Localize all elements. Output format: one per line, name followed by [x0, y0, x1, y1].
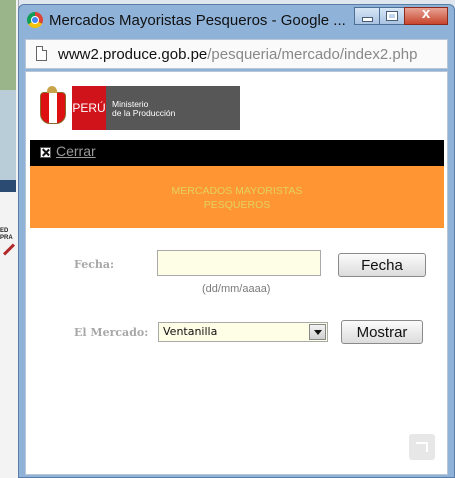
- cerrar-link[interactable]: Cerrar: [56, 143, 96, 159]
- background-arrow: [2, 243, 16, 256]
- coat-of-arms-icon: [36, 86, 68, 130]
- title-bar[interactable]: Mercados Mayoristas Pesqueros - Google .…: [19, 5, 454, 37]
- fecha-button[interactable]: Fecha: [338, 253, 426, 277]
- background-text-fragment: ED PRA: [0, 228, 13, 241]
- share-icon[interactable]: [409, 434, 435, 460]
- url-host: www2.produce.gob.pe: [58, 46, 208, 63]
- url-path: /pesqueria/mercado/index2.php: [207, 46, 418, 63]
- window-controls: [354, 5, 448, 25]
- mercado-selected-value: Ventanilla: [163, 325, 218, 338]
- fecha-input[interactable]: [157, 250, 321, 276]
- background-nav-bar: [0, 180, 16, 192]
- maximize-button[interactable]: [379, 7, 405, 25]
- close-bar: Cerrar: [30, 140, 444, 166]
- fecha-label: Fecha:: [74, 258, 115, 271]
- date-format-hint: (dd/mm/aaaa): [202, 283, 271, 295]
- banner-title: MERCADOS MAYORISTAS PESQUEROS: [30, 184, 444, 212]
- mostrar-button[interactable]: Mostrar: [341, 320, 423, 344]
- chevron-down-icon[interactable]: [309, 324, 326, 340]
- peru-tag: PERÚ: [72, 86, 106, 130]
- page-icon: [36, 46, 47, 61]
- background-page: ED PRA: [0, 0, 19, 478]
- window-title: Mercados Mayoristas Pesqueros - Google .…: [49, 12, 346, 29]
- url-text[interactable]: www2.produce.gob.pe/pesqueria/mercado/in…: [58, 46, 417, 63]
- banner-title-line2: PESQUEROS: [203, 199, 271, 211]
- ministry-logo: PERÚ Ministerio de la Producción: [36, 86, 240, 130]
- mercado-label: El Mercado:: [74, 326, 149, 339]
- chrome-icon: [27, 12, 43, 28]
- background-map-thumbnail: [0, 0, 16, 90]
- address-bar[interactable]: www2.produce.gob.pe/pesqueria/mercado/in…: [25, 39, 448, 69]
- close-icon[interactable]: [40, 147, 51, 158]
- banner: MERCADOS MAYORISTAS PESQUEROS: [30, 166, 444, 228]
- minimize-button[interactable]: [354, 7, 380, 25]
- background-image: [0, 90, 16, 180]
- mercado-select[interactable]: Ventanilla: [158, 322, 328, 342]
- banner-title-line1: MERCADOS MAYORISTAS: [171, 185, 303, 197]
- close-window-button[interactable]: [404, 5, 448, 25]
- page-content: PERÚ Ministerio de la Producción Cerrar …: [25, 71, 448, 475]
- popup-window: Mercados Mayoristas Pesqueros - Google .…: [18, 4, 455, 478]
- ministry-name-line2: de la Producción: [112, 108, 176, 118]
- ministry-name: Ministerio de la Producción: [106, 86, 240, 130]
